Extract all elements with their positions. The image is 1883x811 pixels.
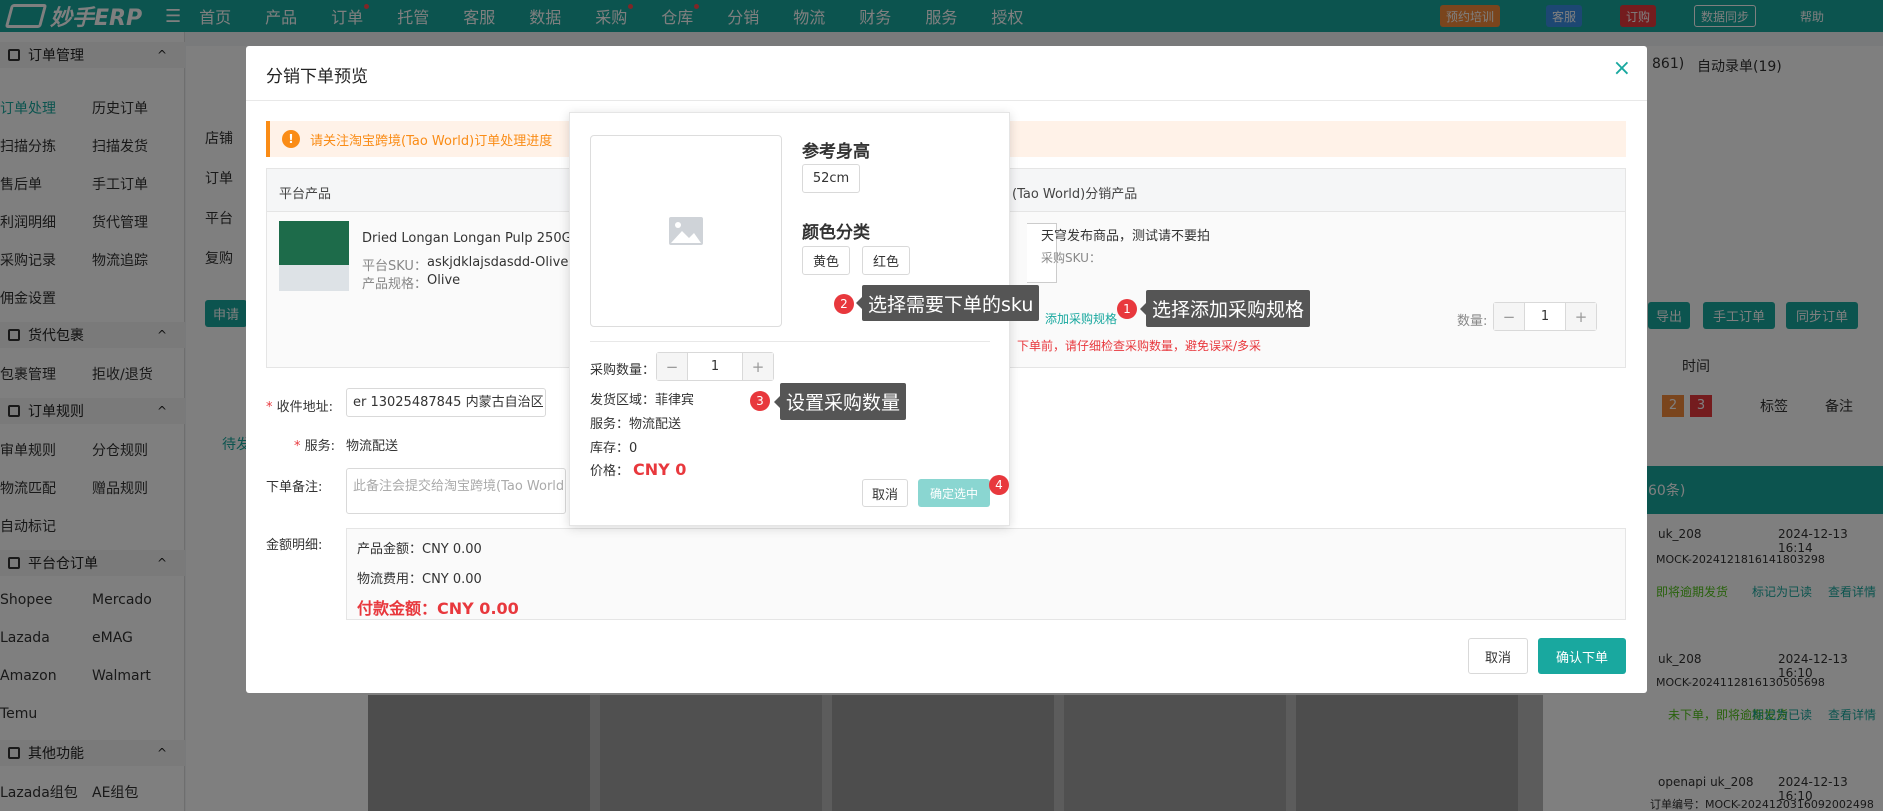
pay-amount: 付款金额：CNY 0.00 [357,599,519,618]
purchase-qty-stepper[interactable]: −1 + [656,352,774,381]
product-thumbnail [279,221,349,291]
confirm-order-button[interactable]: 确认下单 [1538,638,1626,674]
service-row: 服务：物流配送 [590,417,682,432]
height-title: 参考身高 [802,142,870,162]
tip-add-purchase-spec: 选择添加采购规格 [1139,290,1311,327]
tip-select-sku: 选择需要下单的sku [855,285,1040,321]
popup-cancel-button[interactable]: 取消 [862,479,908,507]
warning-text: 请关注淘宝跨境(Tao World)订单处理进度 [310,133,553,149]
quantity-label: 数量: [1457,314,1488,329]
divider [246,100,1647,101]
stock-row: 库存：0 [590,441,638,456]
dist-product-name: 天穹发布商品，测试请不要拍 [1041,229,1211,244]
plus-icon[interactable]: + [1566,303,1596,330]
tip-set-quantity: 设置采购数量 [773,383,907,420]
minus-icon[interactable]: − [657,353,687,380]
price-value: CNY 0 [633,460,687,479]
color-option-red[interactable]: 红色 [862,246,910,275]
amount-detail-label: 金额明细: [266,538,323,553]
minus-icon[interactable]: − [1494,303,1524,330]
purchase-qty-value[interactable]: 1 [687,353,743,380]
platform-sku-value: askjdklajsdasdd-Olive [427,255,569,270]
height-option[interactable]: 52cm [802,164,860,193]
order-remark-textarea[interactable]: 此备注会提交给淘宝跨境(Tao World) [346,468,566,514]
address-label: * 收件地址: [266,400,334,415]
step-badge-1: 1 [1117,299,1137,319]
color-title: 颜色分类 [802,223,870,243]
col-platform-product: 平台产品 [279,187,332,202]
divider [590,341,990,342]
origin-row: 发货区域：菲律宾 [590,393,695,408]
add-purchase-spec-link[interactable]: 添加采购规格 [1045,310,1117,327]
step-badge-2: 2 [834,294,854,314]
shipping-fee: 物流费用：CNY 0.00 [357,572,482,587]
plus-icon[interactable]: + [743,353,773,380]
service-label: * 服务: [294,439,336,454]
platform-sku-label: 平台SKU： [362,259,427,274]
cancel-button[interactable]: 取消 [1468,638,1528,674]
step-badge-4: 4 [989,475,1009,495]
col-dist-product: (Tao World)分销产品 [1012,187,1138,202]
amount-detail-box: 产品金额：CNY 0.00 物流费用：CNY 0.00 付款金额：CNY 0.0… [346,528,1626,620]
order-remark-label: 下单备注: [266,480,323,495]
product-name: Dried Longan Longan Pulp 250G [362,231,572,246]
product-spec-value: Olive [427,273,461,288]
quantity-value[interactable]: 1 [1524,303,1566,330]
warning-icon: ! [282,130,300,148]
product-spec-label: 产品规格： [362,277,428,292]
service-value: 物流配送 [346,439,399,454]
image-placeholder-icon [669,217,703,245]
price-row: 价格： CNY 0 [590,460,687,479]
quantity-stepper[interactable]: −1 + [1493,302,1597,331]
color-option-yellow[interactable]: 黄色 [802,246,850,275]
purchase-qty-label: 采购数量： [590,363,656,378]
close-icon[interactable]: × [1613,56,1631,81]
popup-confirm-button[interactable]: 确定选中 [918,479,990,507]
step-badge-3: 3 [750,391,770,411]
address-field[interactable]: er 13025487845 内蒙古自治区 通辽市 [346,388,546,417]
modal-title: 分销下单预览 [266,67,368,87]
sku-image-placeholder [590,135,782,327]
product-amount: 产品金额：CNY 0.00 [357,542,482,557]
purchase-warning: ：下单前，请仔细检查采购数量，避免误采/多采 [1005,339,1262,353]
purchase-sku-label: 采购SKU： [1041,251,1101,265]
